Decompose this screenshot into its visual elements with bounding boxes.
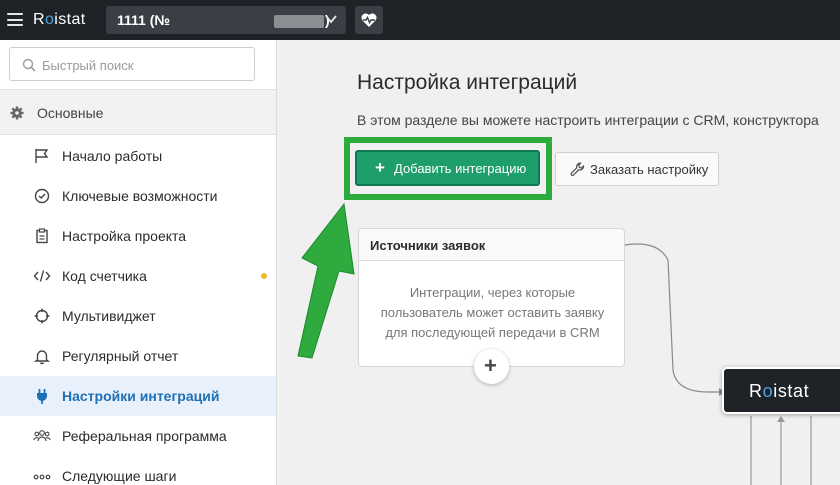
sidebar-item-label: Регулярный отчет — [62, 348, 179, 364]
heart-pulse-icon — [361, 13, 377, 27]
sidebar-item-label: Следующие шаги — [62, 468, 177, 484]
sidebar-item-label: Начало работы — [62, 148, 163, 164]
sidebar-item-multiwidget[interactable]: Мультивиджет — [0, 296, 276, 336]
sidebar-item-label: Настройка проекта — [62, 228, 187, 244]
check-circle-icon — [34, 188, 50, 204]
quick-search[interactable] — [9, 47, 255, 81]
sidebar-item-start[interactable]: Начало работы — [0, 136, 276, 176]
health-button[interactable] — [355, 6, 383, 34]
sidebar-item-regular-report[interactable]: Регулярный отчет — [0, 336, 276, 376]
plug-icon — [37, 389, 47, 404]
sidebar-item-counter-code[interactable]: Код счетчика — [0, 256, 276, 296]
logo-text: istat — [54, 11, 86, 28]
code-icon — [33, 270, 51, 282]
clipboard-icon — [36, 228, 48, 244]
logo-text: o — [44, 11, 55, 28]
logo-text: R — [33, 11, 45, 28]
flag-icon — [35, 149, 49, 163]
section-label: Основные — [37, 105, 104, 121]
redacted-project-id — [274, 15, 324, 28]
sidebar-item-project-settings[interactable]: Настройка проекта — [0, 216, 276, 256]
sidebar-item-label: Реферальная программа — [62, 428, 227, 444]
main-content: Настройка интеграций В этом разделе вы м… — [278, 40, 840, 485]
gear-icon — [10, 106, 24, 120]
notification-dot — [261, 273, 267, 279]
sidebar-item-label: Мультивиджет — [62, 308, 156, 324]
search-input[interactable] — [42, 55, 242, 75]
top-bar: Roistat 1111 (№ ) — [0, 0, 840, 40]
users-icon — [33, 430, 51, 442]
chevron-down-icon — [325, 15, 337, 24]
crosshair-icon — [34, 308, 50, 324]
logo[interactable]: Roistat — [33, 11, 86, 29]
menu-icon[interactable] — [7, 13, 23, 26]
sidebar-item-features[interactable]: Ключевые возможности — [0, 176, 276, 216]
project-label: 1111 (№ — [117, 12, 170, 28]
sidebar-item-next-steps[interactable]: Следующие шаги — [0, 456, 276, 485]
pointer-arrow-icon — [297, 202, 355, 359]
search-icon — [22, 58, 36, 72]
sidebar-item-referral[interactable]: Реферальная программа — [0, 416, 276, 456]
sidebar-section-main[interactable]: Основные — [0, 89, 276, 135]
sidebar-item-label: Ключевые возможности — [62, 188, 218, 204]
project-select[interactable]: 1111 (№ ) — [106, 6, 346, 34]
sidebar-item-label: Настройки интеграций — [62, 388, 220, 404]
bell-icon — [33, 350, 51, 365]
sidebar-item-integrations[interactable]: Настройки интеграций — [0, 376, 276, 416]
sidebar: Основные Начало работы Ключевые возможно… — [0, 40, 277, 485]
dots-icon — [33, 474, 51, 480]
sidebar-item-label: Код счетчика — [62, 268, 147, 284]
